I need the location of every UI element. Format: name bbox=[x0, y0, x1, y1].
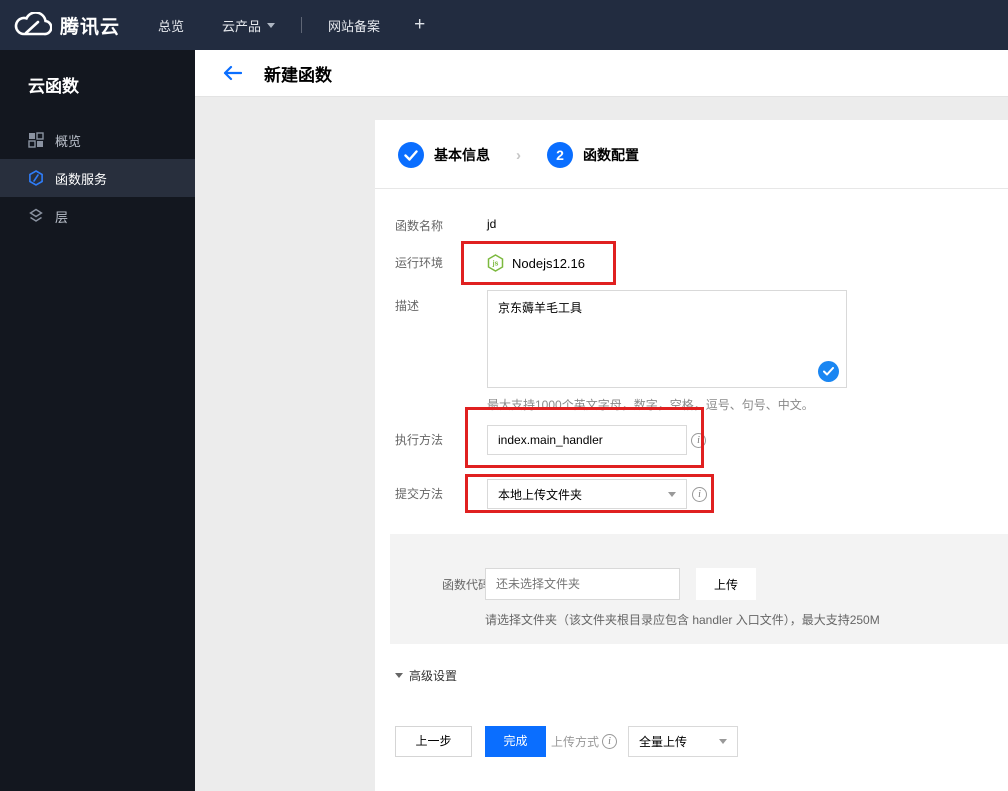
caret-down-icon bbox=[668, 491, 676, 497]
upload-mode-select[interactable]: 全量上传 bbox=[628, 726, 738, 757]
function-code-section: 函数代码* 上传 请选择文件夹（该文件夹根目录应包含 handler 入口文件）… bbox=[390, 534, 1008, 644]
page-header: 新建函数 bbox=[195, 50, 1008, 97]
step-separator-chevron-icon: › bbox=[516, 146, 521, 164]
valid-check-icon bbox=[818, 361, 839, 382]
upload-mode-label: 上传方式 bbox=[551, 735, 600, 749]
nav-divider bbox=[301, 17, 303, 33]
cloud-logo-icon bbox=[14, 11, 53, 38]
runtime-value-row[interactable]: js Nodejs12.16 bbox=[487, 245, 585, 281]
description-textarea[interactable]: 京东薅羊毛工具 bbox=[487, 290, 847, 388]
grid-icon bbox=[28, 132, 44, 148]
step-indicator: 基本信息 › 2 函数配置 bbox=[398, 142, 639, 168]
new-function-card: 基本信息 › 2 函数配置 函数名称 jd 运行环境 js Nodejs12.1… bbox=[375, 120, 1008, 791]
svg-text:js: js bbox=[492, 261, 499, 268]
sidebar-title: 云函数 bbox=[28, 77, 79, 96]
runtime-value: Nodejs12.16 bbox=[512, 255, 585, 271]
upload-mode-label-row: 上传方式 i bbox=[551, 726, 618, 757]
sidebar-item-layers[interactable]: 层 bbox=[0, 197, 195, 235]
previous-step-button[interactable]: 上一步 bbox=[395, 726, 472, 757]
nav-website-icp[interactable]: 网站备案 bbox=[328, 16, 380, 35]
divider bbox=[375, 188, 1008, 189]
function-name-label: 函数名称 bbox=[395, 219, 444, 233]
upload-button[interactable]: 上传 bbox=[696, 568, 756, 600]
runtime-label: 运行环境 bbox=[395, 256, 444, 270]
sidebar-item-label: 层 bbox=[55, 209, 69, 225]
top-navbar: 腾讯云 总览 云产品 网站备案 + bbox=[0, 0, 1008, 50]
submit-method-value: 本地上传文件夹 bbox=[498, 487, 583, 502]
nodejs-icon: js bbox=[487, 254, 504, 272]
triangle-down-icon bbox=[395, 673, 403, 678]
description-hint: 最大支持1000个英文字母，数字，空格，逗号、句号、中文。 bbox=[487, 398, 814, 412]
nav-cloud-products[interactable]: 云产品 bbox=[222, 16, 276, 35]
tencent-cloud-logo[interactable]: 腾讯云 bbox=[14, 11, 121, 39]
back-arrow-icon[interactable] bbox=[222, 65, 243, 81]
submit-method-info-icon[interactable]: i bbox=[692, 487, 707, 502]
content-area: 新建函数 基本信息 › 2 函数配置 函数名称 jd 运行环境 js Nodej… bbox=[195, 50, 1008, 791]
advanced-settings-label: 高级设置 bbox=[409, 669, 458, 683]
folder-path-input[interactable] bbox=[485, 568, 680, 600]
submit-method-label: 提交方法 bbox=[395, 487, 444, 501]
sidebar-item-overview[interactable]: 概览 bbox=[0, 121, 195, 159]
step1-done-check-icon bbox=[398, 142, 424, 168]
upload-mode-info-icon[interactable]: i bbox=[602, 734, 618, 749]
function-service-icon bbox=[28, 170, 44, 186]
step2-label: 函数配置 bbox=[583, 147, 639, 163]
brand-name: 腾讯云 bbox=[60, 16, 121, 38]
layers-icon bbox=[28, 208, 44, 224]
description-label: 描述 bbox=[395, 299, 420, 313]
advanced-settings-toggle[interactable]: 高级设置 bbox=[395, 667, 457, 684]
sidebar: 云函数 概览 函数服务 层 bbox=[0, 50, 195, 791]
step1-label: 基本信息 bbox=[434, 147, 490, 163]
handler-info-icon[interactable]: i bbox=[691, 433, 706, 448]
nav-overview[interactable]: 总览 bbox=[158, 16, 184, 35]
sidebar-item-label: 概览 bbox=[55, 133, 82, 149]
finish-button[interactable]: 完成 bbox=[485, 726, 546, 757]
caret-down-icon bbox=[719, 739, 727, 744]
add-shortcut-icon[interactable]: + bbox=[414, 14, 425, 36]
handler-label: 执行方法 bbox=[395, 433, 444, 447]
function-code-hint: 请选择文件夹（该文件夹根目录应包含 handler 入口文件），最大支持250M bbox=[485, 613, 880, 627]
chevron-down-icon bbox=[267, 22, 276, 28]
sidebar-item-function-service[interactable]: 函数服务 bbox=[0, 159, 195, 197]
function-name-value: jd bbox=[487, 217, 497, 231]
sidebar-item-label: 函数服务 bbox=[55, 171, 108, 187]
upload-mode-value: 全量上传 bbox=[639, 735, 688, 749]
page-title: 新建函数 bbox=[264, 65, 332, 85]
step2-number: 2 bbox=[547, 142, 573, 168]
submit-method-select[interactable]: 本地上传文件夹 bbox=[487, 479, 687, 509]
handler-input[interactable] bbox=[487, 425, 687, 455]
